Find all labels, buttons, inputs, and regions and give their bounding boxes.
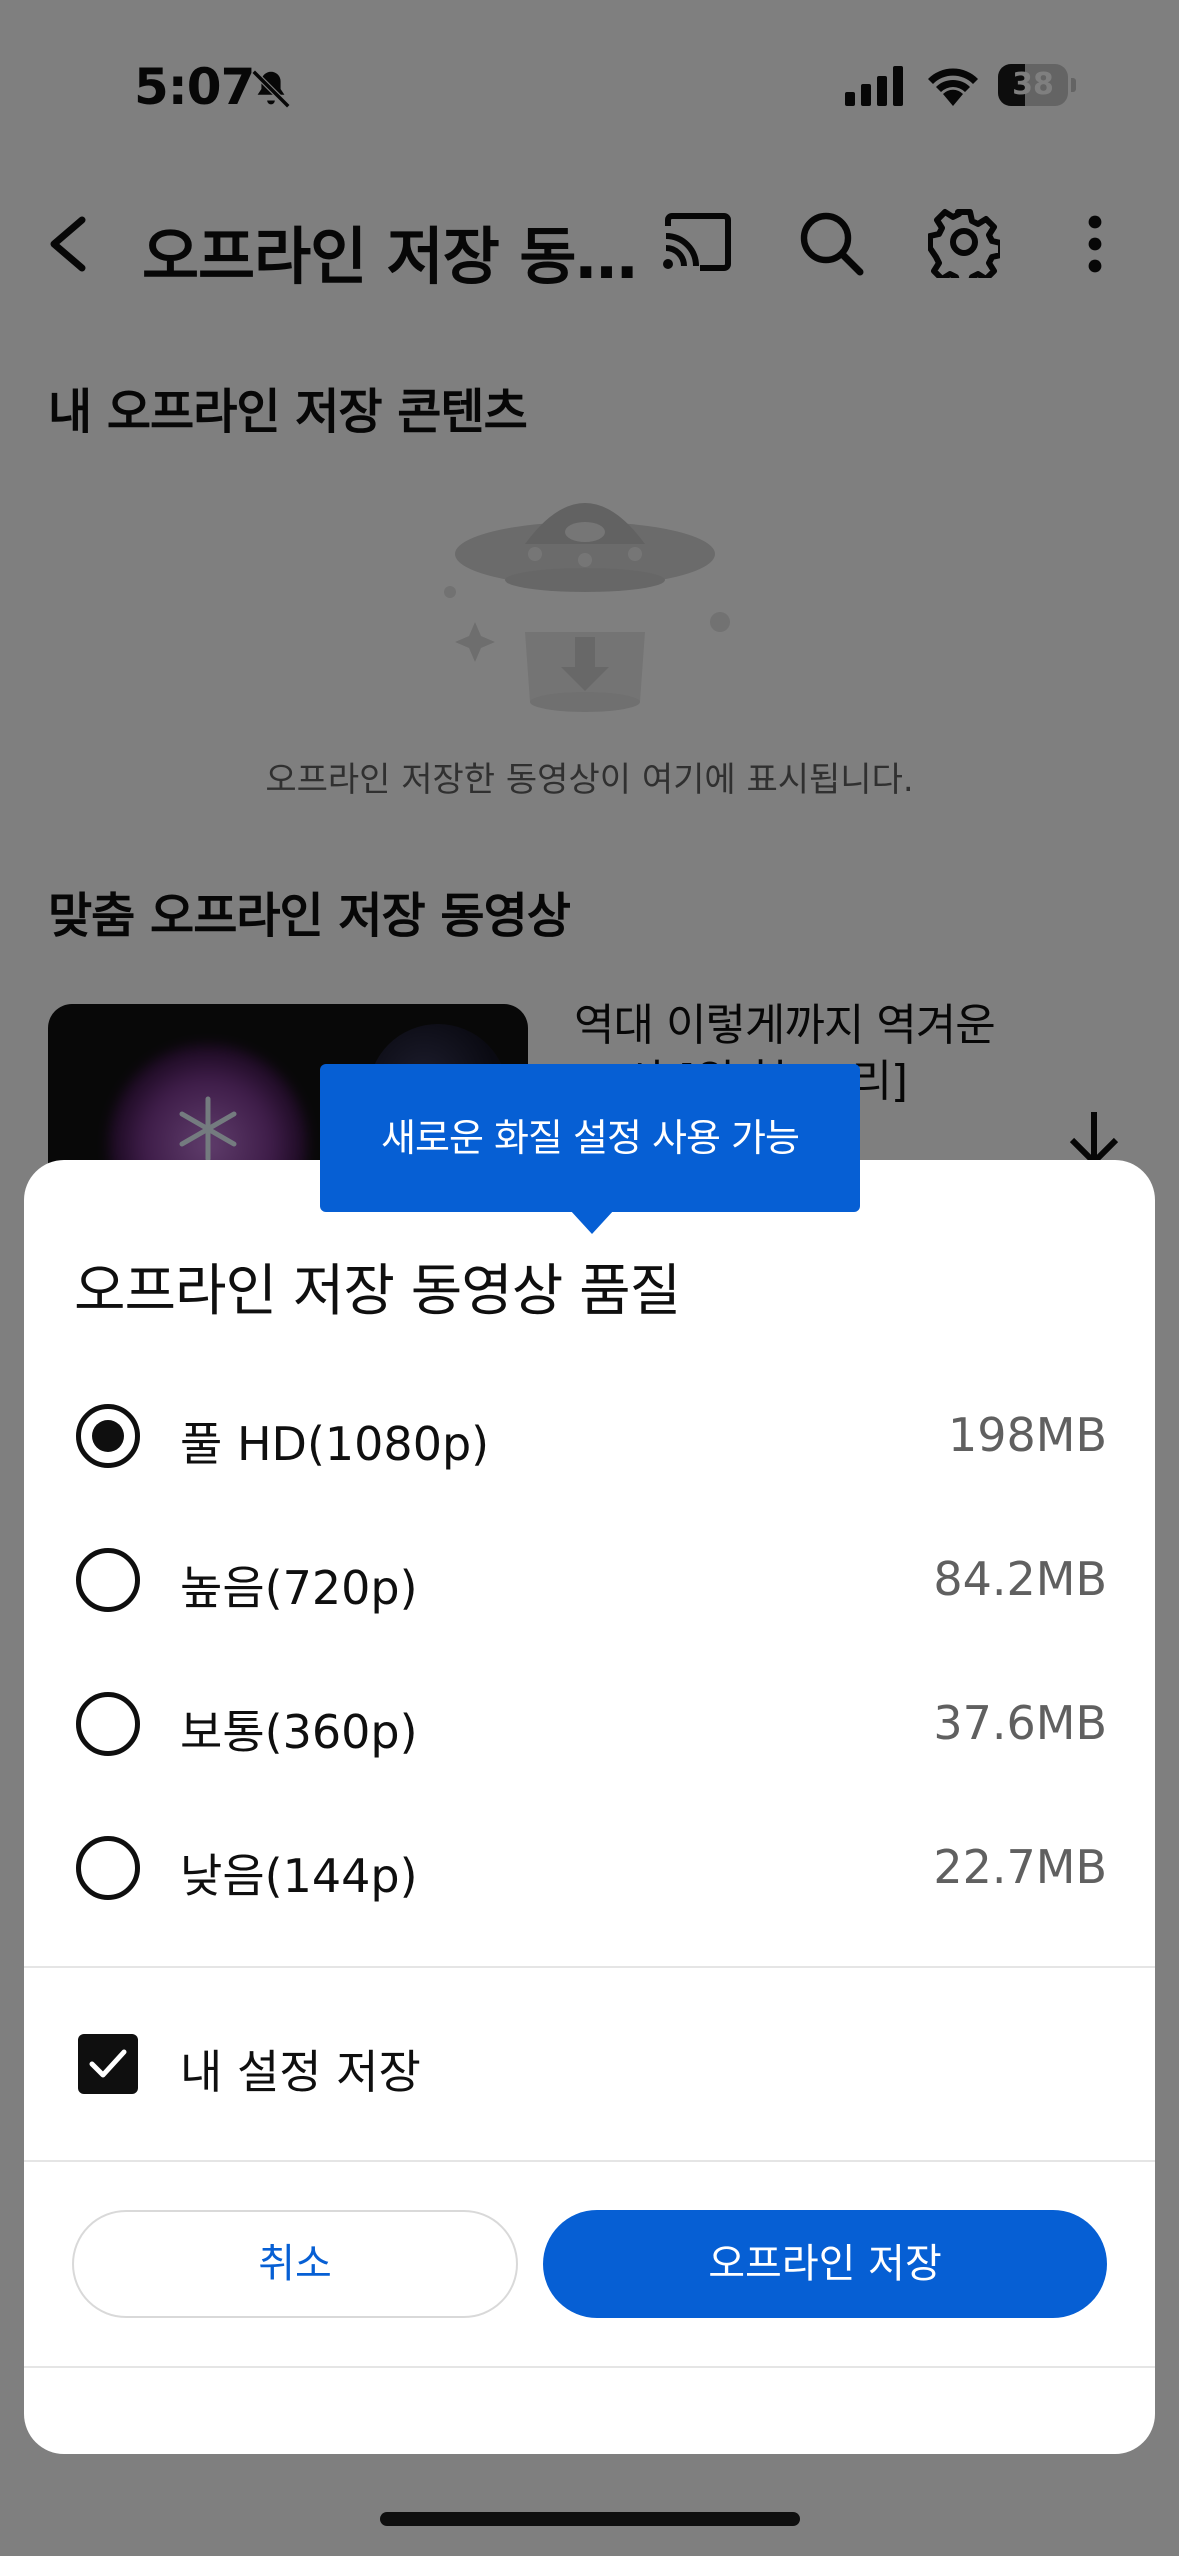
- option-size: 37.6MB: [933, 1696, 1107, 1750]
- option-label: 높음(720p): [180, 1561, 418, 1615]
- option-size: 84.2MB: [933, 1552, 1107, 1606]
- option-label: 풀 HD(1080p): [180, 1417, 490, 1471]
- option-size: 198MB: [947, 1408, 1107, 1462]
- quality-option-1080p[interactable]: 풀 HD(1080p) 198MB: [24, 1362, 1155, 1506]
- new-quality-tooltip: 새로운 화질 설정 사용 가능: [320, 1064, 860, 1212]
- remember-settings-checkbox[interactable]: [78, 2034, 138, 2094]
- quality-option-1080p[interactable]: [24, 2438, 1155, 2556]
- radio-button[interactable]: [76, 1548, 140, 1612]
- option-label: 보통(360p): [180, 1705, 418, 1759]
- option-label: 낮음(144p): [180, 1849, 418, 1903]
- radio-button[interactable]: [76, 1836, 140, 1900]
- sheet-title: 오프라인 저장 동영상 품질: [74, 1259, 681, 1324]
- radio-button[interactable]: [76, 1692, 140, 1756]
- quality-option-720p[interactable]: 높음(720p) 84.2MB: [24, 1506, 1155, 1650]
- radio-selected-dot: [92, 1420, 124, 1452]
- screen: 5:07 38 오프라인 저장 동영상: [0, 0, 1179, 2556]
- remember-settings-label[interactable]: 내 설정 저장: [180, 2036, 421, 2102]
- radio-button[interactable]: [76, 1404, 140, 1468]
- tooltip-arrow: [570, 1210, 614, 1234]
- option-size: 22.7MB: [933, 1840, 1107, 1894]
- offline-save-button[interactable]: 오프라인 저장: [543, 2210, 1107, 2318]
- quality-option-360p[interactable]: 보통(360p) 37.6MB: [24, 1650, 1155, 1794]
- divider: [24, 1966, 1155, 1968]
- check-icon: [89, 2049, 127, 2078]
- quality-option-144p[interactable]: 낮음(144p) 22.7MB: [24, 1794, 1155, 1938]
- divider: [24, 2366, 1155, 2368]
- divider: [24, 2160, 1155, 2162]
- cancel-button[interactable]: 취소: [72, 2210, 518, 2318]
- quality-bottom-sheet: 오프라인 저장 동영상 품질 풀 HD(1080p) 198MB 높음(720p…: [24, 1160, 1155, 2454]
- home-indicator[interactable]: [380, 2512, 800, 2526]
